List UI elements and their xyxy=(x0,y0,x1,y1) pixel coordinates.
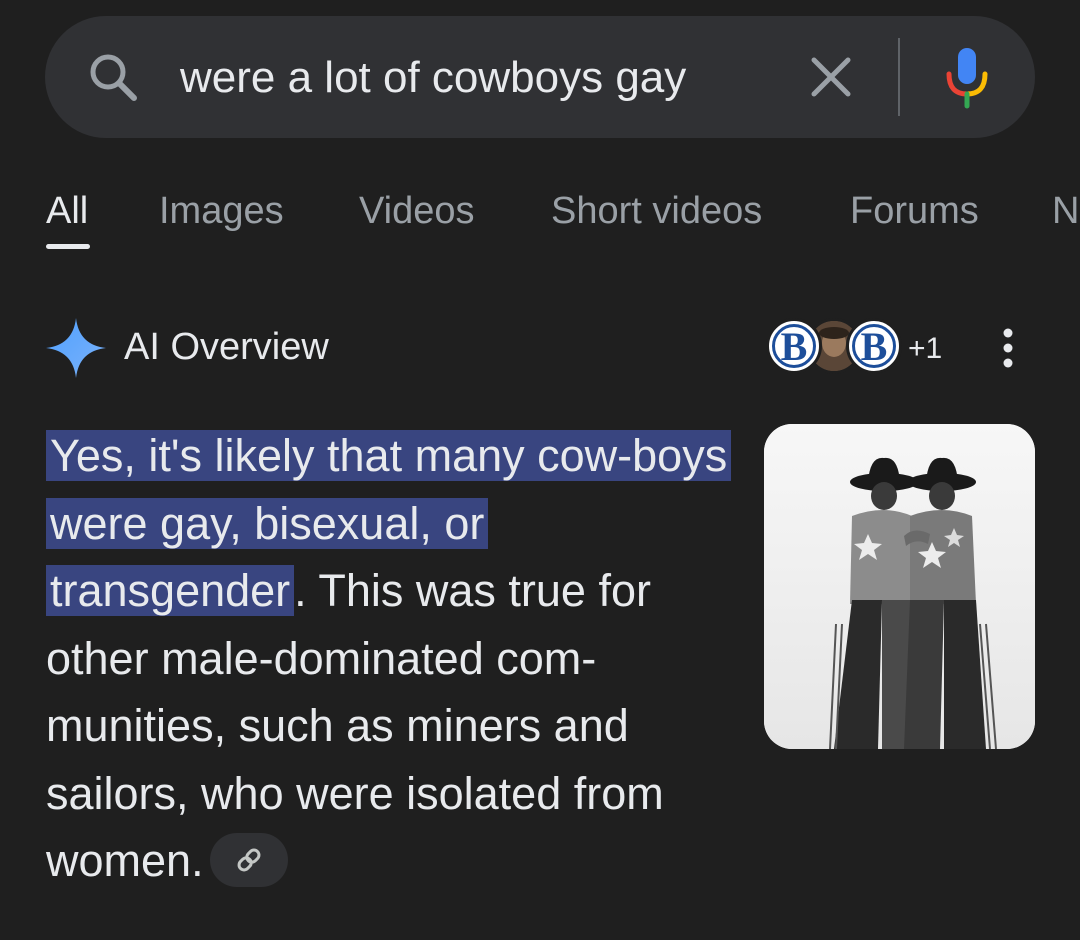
more-sources-count[interactable]: +1 xyxy=(908,332,942,366)
tab-images[interactable]: Images xyxy=(159,188,284,234)
sparkle-icon xyxy=(46,318,106,378)
ai-overview-answer: Yes, it's likely that many cow-boys were… xyxy=(46,422,746,895)
tab-news[interactable]: N xyxy=(1052,188,1079,234)
search-input[interactable]: were a lot of cowboys gay xyxy=(180,52,686,104)
avatar-letter: B xyxy=(780,323,808,369)
answer-thumbnail[interactable] xyxy=(764,424,1035,749)
clear-icon[interactable] xyxy=(806,52,856,102)
link-icon xyxy=(237,848,261,872)
ai-overview-title: AI Overview xyxy=(124,326,329,368)
tab-all[interactable]: All xyxy=(46,188,88,234)
search-divider xyxy=(898,38,900,116)
source-avatars[interactable]: B B xyxy=(766,318,906,378)
tab-videos[interactable]: Videos xyxy=(359,188,475,234)
source-avatar[interactable]: B xyxy=(846,318,902,374)
avatar-letter: B xyxy=(860,323,888,369)
tab-forums[interactable]: Forums xyxy=(850,188,979,234)
kebab-icon[interactable] xyxy=(996,326,1020,370)
active-tab-indicator xyxy=(46,244,90,249)
tab-short-videos[interactable]: Short videos xyxy=(551,188,762,234)
mic-icon[interactable] xyxy=(940,44,994,110)
cowboys-photo xyxy=(764,424,1035,749)
source-avatar[interactable]: B xyxy=(766,318,822,374)
search-tabs: All Images Videos Short videos Forums N xyxy=(0,180,1080,260)
source-link-button[interactable] xyxy=(209,833,288,888)
search-icon[interactable] xyxy=(86,50,140,104)
